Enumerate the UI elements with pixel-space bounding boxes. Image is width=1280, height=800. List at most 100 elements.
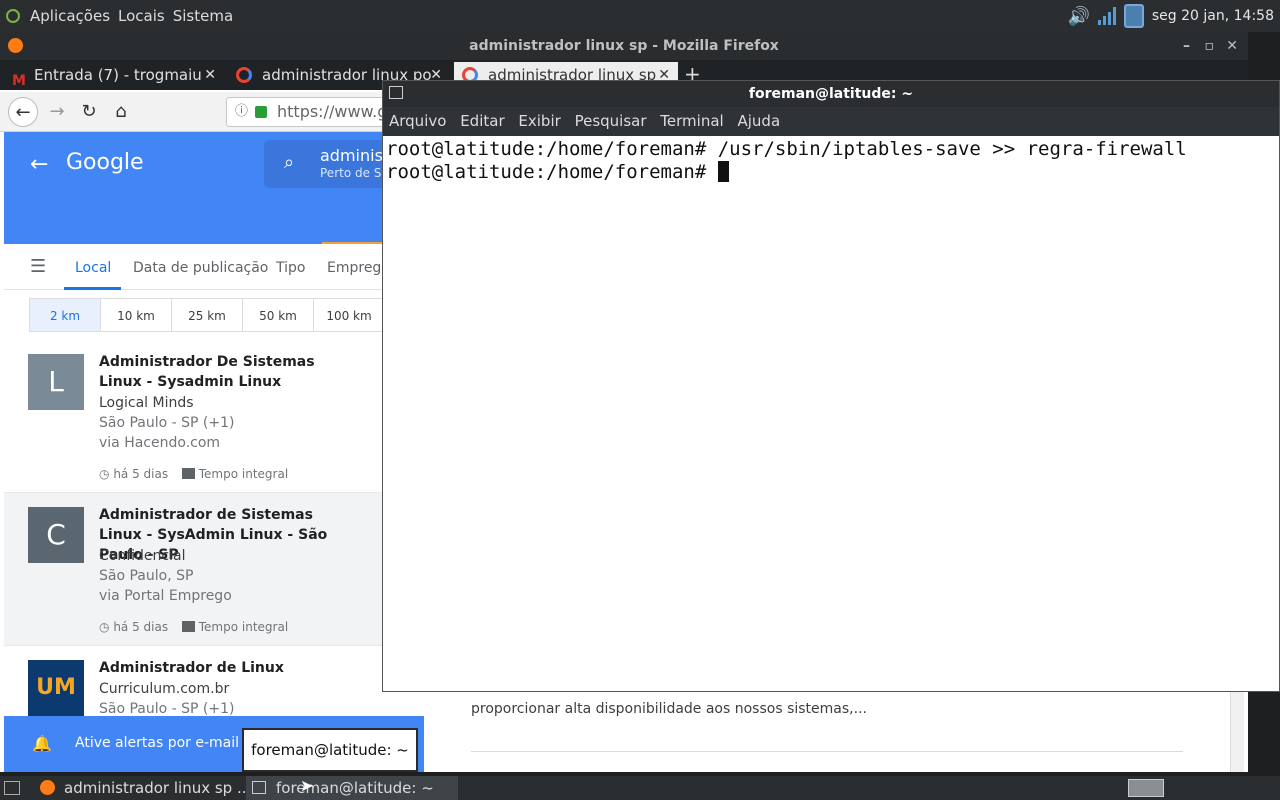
page-scrollbar[interactable]: [1230, 690, 1244, 772]
info-icon[interactable]: ⓘ: [235, 98, 248, 126]
terminal-line: root@latitude:/home/foreman# /usr/sbin/i…: [386, 138, 1187, 160]
search-icon: ⌕: [284, 152, 295, 173]
terminal-icon: [252, 781, 266, 794]
filter-bar: ☰ Local Data de publicação Tipo Emprega: [4, 244, 424, 290]
job-meta: ◷ há 5 dias Tempo integral: [99, 467, 288, 481]
gnome-foot-icon[interactable]: [6, 9, 20, 23]
briefcase-icon: [181, 621, 195, 632]
terminal-window[interactable]: foreman@latitude: ~ Arquivo Editar Exibi…: [382, 80, 1280, 692]
distance-chips: 2 km 10 km 25 km 50 km 100 km: [4, 290, 424, 340]
menu-pesquisar[interactable]: Pesquisar: [575, 112, 647, 130]
lock-icon: [255, 106, 267, 118]
battery-icon[interactable]: [1123, 4, 1144, 28]
taskbar-label: administrador linux sp ...: [64, 779, 252, 797]
menu-ajuda[interactable]: Ajuda: [737, 112, 780, 130]
maximize-icon[interactable]: ▫: [1205, 32, 1215, 60]
terminal-icon: [389, 86, 403, 99]
job-location: São Paulo, SP: [99, 568, 194, 584]
terminal-title: foreman@latitude: ~: [748, 86, 914, 102]
job-title[interactable]: Administrador de Linux: [99, 658, 339, 678]
terminal-menubar: Arquivo Editar Exibir Pesquisar Terminal…: [383, 107, 1279, 136]
filter-local[interactable]: Local: [75, 260, 111, 276]
job-via: via Hacendo.com: [99, 435, 221, 451]
home-icon[interactable]: ⌂: [106, 97, 136, 127]
job-card[interactable]: L Administrador De Sistemas Linux - Sysa…: [4, 340, 424, 493]
company-logo: UM: [28, 660, 84, 716]
job-card[interactable]: UM Administrador de Linux Curriculum.com…: [4, 646, 424, 716]
distance-2km[interactable]: 2 km: [29, 298, 101, 332]
bottom-panel: administrador linux sp ... foreman@latit…: [0, 776, 1280, 800]
text-cursor: [717, 161, 729, 182]
menu-arquivo[interactable]: Arquivo: [389, 112, 446, 130]
job-company: Confidencial: [99, 548, 186, 564]
distance-10km[interactable]: 10 km: [100, 298, 172, 332]
search-query: administ: [320, 146, 390, 165]
company-logo: C: [28, 507, 84, 563]
divider: [471, 751, 1183, 752]
minimize-icon[interactable]: –: [1183, 32, 1190, 60]
terminal-prompt-line: root@latitude:/home/foreman#: [386, 161, 1276, 184]
job-company: Logical Minds: [99, 395, 194, 411]
menu-terminal[interactable]: Terminal: [660, 112, 723, 130]
reload-icon[interactable]: ↻: [74, 97, 104, 127]
url-text: https://www.g: [277, 102, 388, 121]
distance-100km[interactable]: 100 km: [313, 298, 385, 332]
job-title[interactable]: Administrador De Sistemas Linux - Sysadm…: [99, 352, 339, 392]
job-age: há 5 dias: [113, 620, 169, 634]
job-age: há 5 dias: [113, 467, 169, 481]
alert-text: Ative alertas por e-mail p/ a: [75, 735, 271, 751]
taskbar-tooltip: foreman@latitude: ~: [242, 728, 418, 772]
gmail-icon: M: [12, 73, 26, 89]
briefcase-icon: [181, 468, 195, 479]
company-logo: L: [28, 354, 84, 410]
bell-icon: 🔔: [32, 734, 52, 753]
back-arrow-icon[interactable]: ←: [30, 152, 48, 177]
menu-applications[interactable]: Aplicações: [30, 7, 110, 25]
window-title: administrador linux sp - Mozilla Firefox: [469, 38, 779, 54]
filter-type[interactable]: Tipo: [276, 260, 305, 276]
close-icon[interactable]: ✕: [1226, 32, 1238, 60]
google-header: ← Google ⌕ administ Perto de Sã: [4, 132, 434, 244]
firefox-titlebar: administrador linux sp - Mozilla Firefox…: [0, 32, 1248, 60]
job-type: Tempo integral: [198, 620, 289, 634]
filter-date[interactable]: Data de publicação: [133, 260, 268, 276]
terminal-output[interactable]: root@latitude:/home/foreman# /usr/sbin/i…: [386, 138, 1276, 184]
firefox-icon: [40, 780, 55, 795]
terminal-titlebar[interactable]: foreman@latitude: ~: [383, 81, 1279, 107]
clock[interactable]: seg 20 jan, 14:58: [1152, 8, 1274, 24]
show-desktop-icon[interactable]: [4, 781, 20, 795]
terminal-prompt: root@latitude:/home/foreman#: [386, 161, 718, 183]
clock-icon: ◷: [99, 620, 110, 634]
distance-25km[interactable]: 25 km: [171, 298, 243, 332]
network-signal-icon[interactable]: [1097, 7, 1116, 25]
tab-close-icon[interactable]: ✕: [204, 62, 216, 88]
menu-editar[interactable]: Editar: [460, 112, 504, 130]
search-sub: Perto de Sã: [320, 166, 389, 180]
filter-employer[interactable]: Emprega: [327, 260, 390, 276]
taskbar-terminal[interactable]: foreman@latitude: ~: [246, 776, 458, 800]
firefox-icon: [8, 38, 23, 53]
back-icon[interactable]: ←: [8, 97, 38, 127]
google-icon: [236, 67, 252, 83]
mouse-pointer-icon: ➤: [300, 776, 314, 795]
job-meta: ◷ há 5 dias Tempo integral: [99, 620, 288, 634]
tab-gmail[interactable]: M Entrada (7) - trogmaiu ✕: [0, 62, 224, 90]
menu-places[interactable]: Locais: [118, 7, 165, 25]
forward-icon[interactable]: →: [42, 97, 72, 127]
job-company: Curriculum.com.br: [99, 681, 230, 697]
workspace-switcher-icon[interactable]: [1128, 779, 1164, 797]
filter-settings-icon[interactable]: ☰: [30, 256, 46, 277]
job-location: São Paulo - SP (+1): [99, 415, 235, 431]
clock-icon: ◷: [99, 467, 110, 481]
taskbar-firefox[interactable]: administrador linux sp ...: [34, 776, 251, 800]
job-type: Tempo integral: [198, 467, 289, 481]
menu-exibir[interactable]: Exibir: [518, 112, 560, 130]
tab-label: Entrada (7) - trogmaiu: [34, 66, 202, 84]
google-logo: Google: [66, 150, 144, 175]
top-panel: Aplicações Locais Sistema 🔊 seg 20 jan, …: [0, 0, 1280, 32]
volume-icon[interactable]: 🔊: [1067, 6, 1089, 27]
menu-system[interactable]: Sistema: [173, 7, 233, 25]
job-details-panel: proporcionar alta disponibilidade aos no…: [440, 690, 1215, 772]
job-card[interactable]: C Administrador de Sistemas Linux - SysA…: [4, 493, 424, 646]
distance-50km[interactable]: 50 km: [242, 298, 314, 332]
